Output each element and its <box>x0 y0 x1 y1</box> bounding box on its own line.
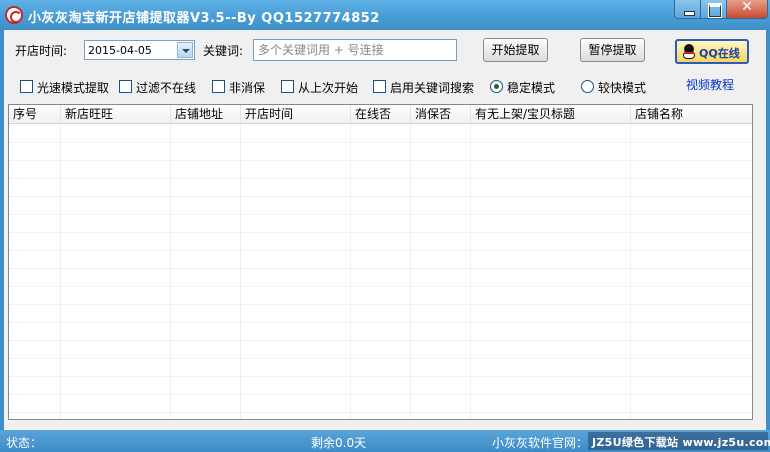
grid-column-line <box>350 124 351 419</box>
column-header-index[interactable]: 序号 <box>9 105 61 124</box>
radio-button[interactable] <box>490 80 503 93</box>
grid-row-line <box>9 304 752 305</box>
grid-column-line <box>240 124 241 419</box>
checkbox-box[interactable] <box>212 80 225 93</box>
watermark-text: JZ5U绿色下载站 www.jz5u.com <box>592 436 770 449</box>
start-extract-button[interactable]: 开始提取 <box>483 38 548 62</box>
status-label: 状态： <box>6 436 43 450</box>
minimize-button[interactable] <box>674 0 701 19</box>
title-bar[interactable]: 小灰灰淘宝新开店铺提取器V3.5--By QQ1527774852 ✕ <box>0 0 770 30</box>
open-time-value: 2015-04-05 <box>88 44 152 57</box>
grid-column-line <box>410 124 411 419</box>
grid-row-line <box>9 376 752 377</box>
grid-row-line <box>9 196 752 197</box>
grid-row-line <box>9 286 752 287</box>
grid-row-line <box>9 340 752 341</box>
official-site-label: 小灰灰软件官网： <box>492 436 589 450</box>
qq-online-button[interactable]: QQ在线 <box>675 39 749 64</box>
table-header: 序号 新店旺旺 店铺地址 开店时间 在线否 消保否 有无上架/宝贝标题 店铺名称 <box>9 105 752 124</box>
grid-column-line <box>60 124 61 419</box>
radio-label: 稳定模式 <box>507 81 556 95</box>
app-window: 小灰灰淘宝新开店铺提取器V3.5--By QQ1527774852 ✕ 开店时间… <box>0 0 770 452</box>
column-header-wangwang[interactable]: 新店旺旺 <box>61 105 171 124</box>
checkbox-label: 过滤不在线 <box>136 81 197 95</box>
grid-row-line <box>9 250 752 251</box>
remaining-days: 剩余0.0天 <box>311 436 367 450</box>
grid-row-line <box>9 232 752 233</box>
checkbox-label: 从上次开始 <box>298 81 359 95</box>
grid-row-line <box>9 178 752 179</box>
grid-row-line <box>9 160 752 161</box>
pause-extract-button[interactable]: 暂停提取 <box>580 38 645 62</box>
checkbox-box[interactable] <box>373 80 386 93</box>
column-header-open-time[interactable]: 开店时间 <box>241 105 351 124</box>
maximize-button[interactable] <box>700 0 727 19</box>
open-time-date-picker[interactable]: 2015-04-05 <box>84 40 195 60</box>
grid-row-line <box>9 268 752 269</box>
radio-selected-dot <box>494 84 499 89</box>
keyword-input[interactable] <box>253 39 457 61</box>
open-time-label: 开店时间: <box>15 44 68 58</box>
checkbox-box[interactable] <box>281 80 294 93</box>
checkbox-label: 非消保 <box>229 81 266 95</box>
results-table[interactable]: 序号 新店旺旺 店铺地址 开店时间 在线否 消保否 有无上架/宝贝标题 店铺名称 <box>8 104 753 420</box>
grid-column-line <box>630 124 631 419</box>
column-header-shop-name[interactable]: 店铺名称 <box>631 105 752 124</box>
qq-online-label: QQ在线 <box>699 47 740 60</box>
main-panel: 开店时间: 2015-04-05 关键词: 开始提取 暂停提取 QQ在线 光速模… <box>4 30 766 430</box>
column-header-protection[interactable]: 消保否 <box>411 105 471 124</box>
column-header-item-title[interactable]: 有无上架/宝贝标题 <box>471 105 631 124</box>
grid-row-line <box>9 412 752 413</box>
close-icon: ✕ <box>741 0 753 15</box>
radio-button[interactable] <box>581 80 594 93</box>
grid-row-line <box>9 214 752 215</box>
grid-row-line <box>9 142 752 143</box>
video-tutorial-link[interactable]: 视频教程 <box>686 76 734 93</box>
keyword-label: 关键词: <box>203 44 244 58</box>
checkbox-box[interactable] <box>20 80 33 93</box>
column-header-shop-url[interactable]: 店铺地址 <box>171 105 241 124</box>
column-header-online[interactable]: 在线否 <box>351 105 411 124</box>
chevron-down-icon[interactable] <box>177 42 193 58</box>
grid-column-line <box>470 124 471 419</box>
checkbox-box[interactable] <box>119 80 132 93</box>
grid-row-line <box>9 322 752 323</box>
close-button[interactable]: ✕ <box>726 0 768 19</box>
grid-column-line <box>170 124 171 419</box>
app-logo-icon <box>5 6 23 24</box>
qq-penguin-icon <box>682 44 696 60</box>
grid-row-line <box>9 394 752 395</box>
radio-label: 较快模式 <box>598 81 647 95</box>
grid-row-line <box>9 358 752 359</box>
checkbox-label: 启用关键词搜索 <box>390 81 475 95</box>
checkbox-label: 光速模式提取 <box>37 81 110 95</box>
window-title: 小灰灰淘宝新开店铺提取器V3.5--By QQ1527774852 <box>28 11 380 26</box>
